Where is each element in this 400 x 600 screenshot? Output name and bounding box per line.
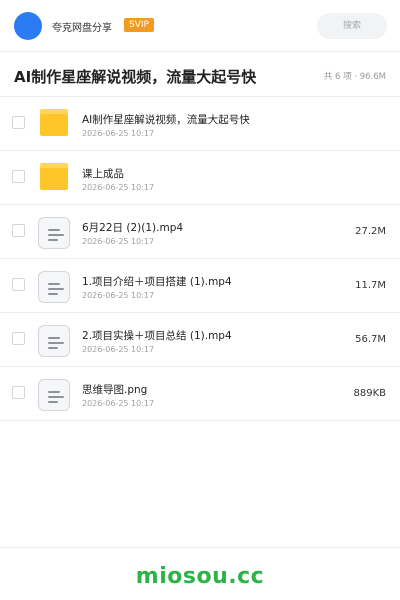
file-name: 6月22日 (2)(1).mp4 [82, 222, 184, 234]
file-name: 1.项目介绍＋项目搭建 (1).mp4 [82, 276, 232, 288]
file-icon [38, 271, 70, 303]
file-row[interactable]: AI制作星座解说视频，流量大起号快 2026-06-25 10:17 [0, 97, 400, 151]
file-date: 2026-06-25 10:17 [82, 183, 155, 192]
file-date: 2026-06-25 10:17 [82, 129, 155, 138]
file-name: AI制作星座解说视频，流量大起号快 [82, 114, 250, 126]
page-title: AI制作星座解说视频，流量大起号快 [14, 68, 257, 86]
file-row[interactable]: 课上成品 2026-06-25 10:17 [0, 151, 400, 205]
avatar[interactable] [14, 12, 42, 40]
file-size: 889KB [353, 388, 386, 399]
row-checkbox[interactable] [12, 332, 25, 345]
svip-badge: SVIP [124, 18, 154, 32]
folder-title-bar: AI制作星座解说视频，流量大起号快 共 6 项 · 96.6M [0, 53, 400, 97]
file-icon [38, 325, 70, 357]
brand-label: 夸克网盘分享 [52, 23, 112, 34]
footer: miosou.cc [0, 547, 400, 600]
file-name: 2.项目实操＋项目总结 (1).mp4 [82, 330, 232, 342]
file-date: 2026-06-25 10:17 [82, 237, 155, 246]
search-button[interactable]: 搜索 [317, 13, 387, 39]
folder-icon [38, 163, 70, 195]
row-checkbox[interactable] [12, 224, 25, 237]
row-checkbox[interactable] [12, 170, 25, 183]
file-date: 2026-06-25 10:17 [82, 399, 155, 408]
file-size: 56.7M [355, 334, 386, 345]
file-row[interactable]: 2.项目实操＋项目总结 (1).mp4 2026-06-25 10:17 56.… [0, 313, 400, 367]
file-row[interactable]: 1.项目介绍＋项目搭建 (1).mp4 2026-06-25 10:17 11.… [0, 259, 400, 313]
top-bar: 夸克网盘分享 SVIP 搜索 [0, 0, 400, 52]
file-size: 11.7M [355, 280, 386, 291]
row-checkbox[interactable] [12, 116, 25, 129]
file-name: 课上成品 [82, 168, 124, 180]
file-icon [38, 379, 70, 411]
file-date: 2026-06-25 10:17 [82, 291, 155, 300]
file-row[interactable]: 思维导图.png 2026-06-25 10:17 889KB [0, 367, 400, 421]
folder-icon [38, 109, 70, 141]
row-checkbox[interactable] [12, 278, 25, 291]
file-size: 27.2M [355, 226, 386, 237]
site-watermark: miosou.cc [135, 564, 265, 589]
file-name: 思维导图.png [82, 384, 148, 396]
file-date: 2026-06-25 10:17 [82, 345, 155, 354]
file-icon [38, 217, 70, 249]
file-list: AI制作星座解说视频，流量大起号快 2026-06-25 10:17 课上成品 … [0, 97, 400, 421]
row-checkbox[interactable] [12, 386, 25, 399]
file-row[interactable]: 6月22日 (2)(1).mp4 2026-06-25 10:17 27.2M [0, 205, 400, 259]
item-summary: 共 6 项 · 96.6M [323, 72, 386, 82]
